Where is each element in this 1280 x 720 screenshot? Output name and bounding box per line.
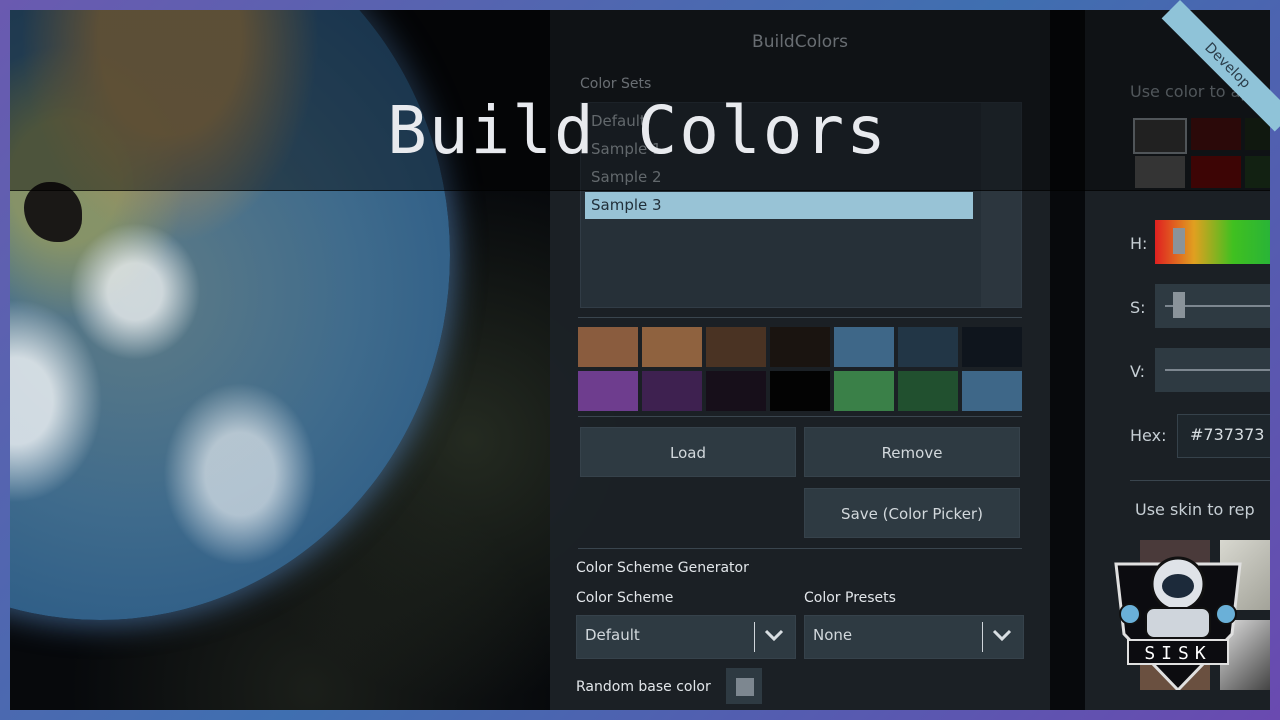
color-swatch[interactable] [770,327,830,367]
color-swatch[interactable] [706,327,766,367]
color-swatch[interactable] [578,327,638,367]
color-scheme-value: Default [585,626,640,644]
remove-button[interactable]: Remove [804,427,1020,477]
svg-text:SISK: SISK [1144,643,1211,664]
dropdown-separator [754,622,755,652]
color-swatch[interactable] [578,371,638,411]
divider [578,317,1022,318]
sisk-logo: SISK [1114,556,1242,690]
use-skin-label: Use skin to rep [1135,500,1255,519]
hex-label: Hex: [1130,426,1167,445]
color-swatch[interactable] [898,371,958,411]
color-swatch[interactable] [962,327,1022,367]
banner-title: Build Colors [387,92,888,169]
chevron-down-icon [764,629,784,642]
chevron-down-icon [992,629,1012,642]
color-swatch[interactable] [642,327,702,367]
random-base-color-checkbox[interactable] [726,668,762,704]
list-item-selected[interactable]: Sample 3 [585,192,973,219]
color-presets-dropdown[interactable]: None [804,615,1024,659]
color-swatch[interactable] [834,327,894,367]
checkbox-box [736,678,754,696]
color-presets-label: Color Presets [804,590,896,606]
color-swatch[interactable] [834,371,894,411]
color-presets-value: None [813,626,853,644]
dropdown-separator [982,622,983,652]
hue-label: H: [1130,234,1148,253]
save-color-picker-button[interactable]: Save (Color Picker) [804,488,1020,538]
slider-handle[interactable] [1173,292,1185,318]
load-button[interactable]: Load [580,427,796,477]
divider [578,548,1022,549]
value-slider[interactable] [1155,348,1270,392]
color-swatch[interactable] [898,327,958,367]
saturation-slider[interactable] [1155,284,1270,328]
color-scheme-generator-label: Color Scheme Generator [576,560,749,576]
value-label: V: [1130,362,1146,381]
divider [1130,480,1270,481]
random-base-color-label: Random base color [576,679,711,695]
color-swatch[interactable] [962,371,1022,411]
color-swatch[interactable] [642,371,702,411]
color-swatch-grid [578,327,1022,411]
slider-track [1165,369,1270,371]
hue-slider[interactable] [1155,220,1270,264]
saturation-label: S: [1130,298,1146,317]
color-swatch[interactable] [706,371,766,411]
color-scheme-label: Color Scheme [576,590,674,606]
color-scheme-dropdown[interactable]: Default [576,615,796,659]
divider [578,416,1022,417]
slider-handle[interactable] [1173,228,1185,254]
hex-input[interactable]: #737373 [1177,414,1270,458]
color-swatch[interactable] [770,371,830,411]
